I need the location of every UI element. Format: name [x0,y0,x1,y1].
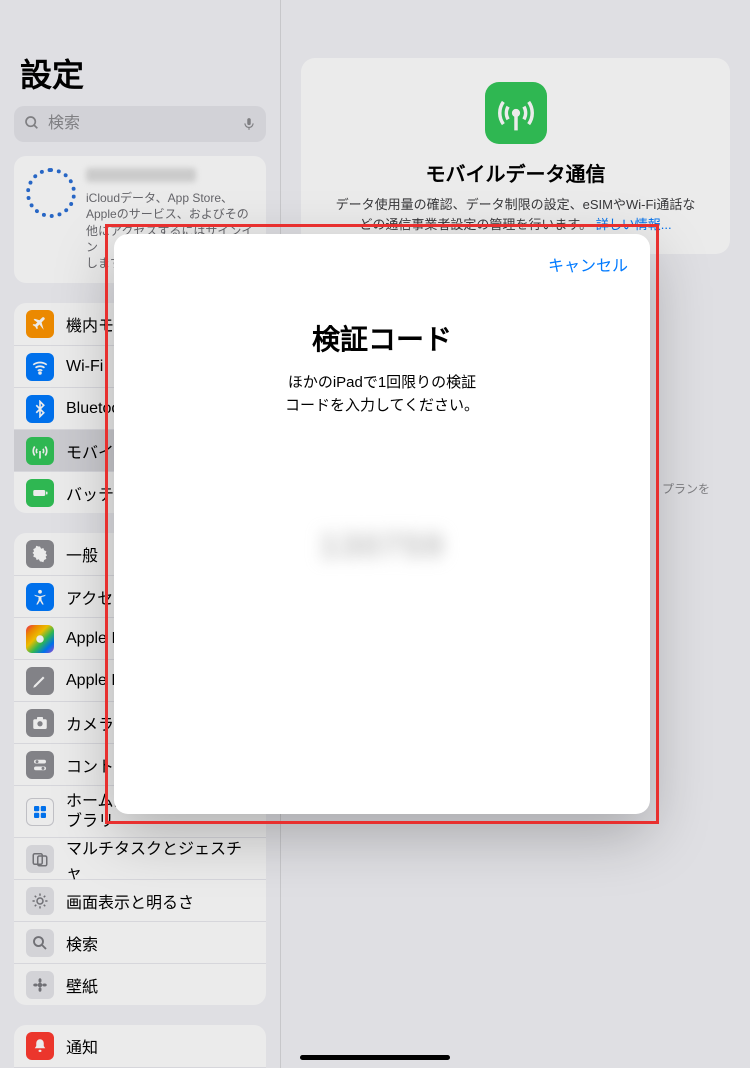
cancel-button[interactable]: キャンセル [548,252,628,276]
home-indicator[interactable] [300,1055,450,1060]
verification-code-value: 130759 [136,527,628,566]
verification-code-modal: キャンセル 検証コード ほかのiPadで1回限りの検証 コードを入力してください… [114,234,650,814]
modal-title: 検証コード [136,318,628,358]
modal-subtitle: ほかのiPadで1回限りの検証 コードを入力してください。 [136,372,628,417]
